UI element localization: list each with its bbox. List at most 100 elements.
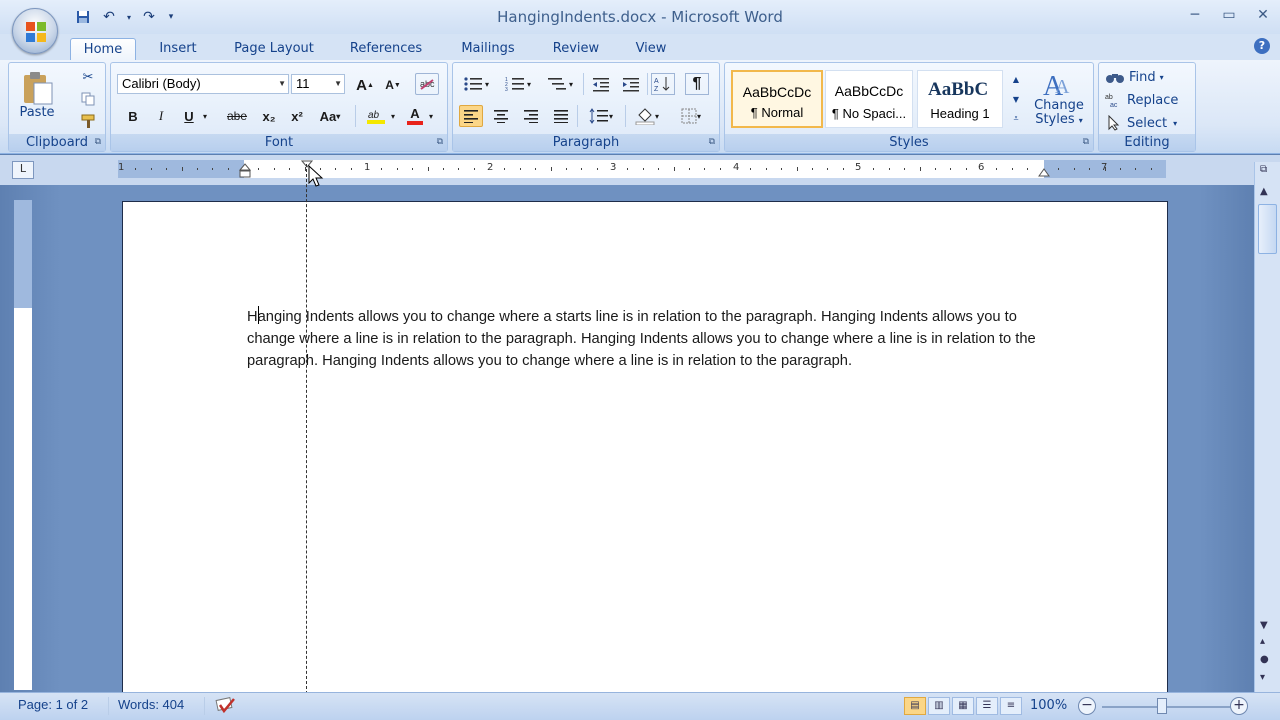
right-indent-marker[interactable] (1038, 166, 1050, 178)
superscript-button[interactable]: x² (285, 105, 309, 127)
select-button[interactable]: Select ▾ (1107, 113, 1177, 133)
change-styles-icon: AA (1043, 71, 1070, 99)
bullet-list-icon (464, 77, 482, 91)
separator (204, 697, 205, 715)
paragraph-launcher-icon[interactable]: ⧉ (709, 137, 715, 147)
grow-font-button[interactable]: A ▲ (353, 74, 377, 96)
replace-button[interactable]: ab ac Replace (1105, 90, 1178, 110)
copy-icon[interactable] (77, 89, 99, 109)
show-formatting-marks-button[interactable]: ¶ (685, 73, 709, 95)
format-painter-icon[interactable] (77, 111, 99, 131)
paste-button[interactable]: Paste (15, 65, 59, 125)
tab-page-layout[interactable]: Page Layout (226, 38, 322, 60)
font-size-combo[interactable]: 11 ▼ (291, 74, 345, 94)
borders-icon (681, 108, 697, 124)
line-spacing-button[interactable]: ▾ (583, 105, 619, 127)
scroll-up-icon[interactable]: ▲ (1260, 186, 1268, 197)
italic-button[interactable]: I (149, 105, 173, 127)
tab-review[interactable]: Review (546, 38, 606, 60)
page-count[interactable]: Page: 1 of 2 (18, 697, 88, 712)
next-page-icon[interactable]: ▾ (1260, 672, 1265, 683)
maximize-button[interactable]: ▭ (1212, 4, 1246, 26)
style-no-spacing[interactable]: AaBbCcDc ¶ No Spaci... (825, 70, 913, 128)
full-screen-reading-icon[interactable]: ▥ (928, 697, 950, 715)
zoom-in-button[interactable]: + (1230, 697, 1248, 715)
subscript-button[interactable]: x₂ (257, 105, 281, 127)
clear-formatting-icon[interactable]: abc (415, 73, 439, 95)
bold-button[interactable]: B (121, 105, 145, 127)
web-layout-icon[interactable]: ▦ (952, 697, 974, 715)
change-case-button[interactable]: Aa ▾ (315, 105, 345, 127)
scroll-thumb[interactable] (1258, 204, 1277, 254)
view-buttons: ▤ ▥ ▦ ☰ ≡ (904, 697, 1022, 715)
vertical-ruler[interactable] (14, 200, 32, 690)
horizontal-ruler[interactable]: 1 1 2 3 4 5 6 7 (118, 160, 1166, 178)
office-button[interactable] (12, 8, 58, 54)
tab-view[interactable]: View (626, 38, 676, 60)
word-count[interactable]: Words: 404 (118, 697, 184, 712)
zoom-slider-thumb[interactable] (1157, 698, 1167, 714)
style-normal[interactable]: AaBbCcDc ¶ Normal (731, 70, 823, 128)
style-heading-1[interactable]: AaBbC Heading 1 (917, 70, 1003, 128)
styles-scroll-up-icon[interactable]: ▲ (1009, 69, 1023, 89)
tab-home[interactable]: Home (70, 38, 136, 60)
close-button[interactable]: ✕ (1246, 4, 1280, 26)
minimize-button[interactable]: ─ (1178, 4, 1212, 26)
sort-icon[interactable]: AZ (651, 73, 675, 95)
styles-scroll-down-icon[interactable]: ▼ (1009, 89, 1023, 109)
svg-text:A: A (654, 78, 659, 85)
tab-mailings[interactable]: Mailings (450, 38, 526, 60)
shrink-font-button[interactable]: A ▼ (381, 74, 405, 96)
document-page[interactable]: Hanging Indents allows you to change whe… (122, 201, 1168, 701)
font-color-dropdown-icon[interactable]: ▾ (425, 105, 437, 127)
underline-dropdown-icon[interactable]: ▾ (199, 105, 211, 127)
find-button[interactable]: Find ▾ (1105, 67, 1164, 87)
replace-icon: abac (1105, 94, 1118, 108)
split-icon[interactable]: ⧉ (1260, 164, 1267, 175)
increase-indent-icon[interactable] (619, 73, 643, 95)
hanging-indent-marker[interactable] (239, 160, 251, 180)
zoom-out-button[interactable]: − (1078, 697, 1096, 715)
align-right-button[interactable] (519, 105, 543, 127)
font-launcher-icon[interactable]: ⧉ (437, 137, 443, 147)
outline-icon[interactable]: ☰ (976, 697, 998, 715)
align-left-button[interactable] (459, 105, 483, 127)
style-preview: AaBbCcDc (742, 84, 812, 100)
proofing-icon[interactable] (214, 697, 236, 715)
vertical-scrollbar[interactable]: ⧉ ▲ ▼ ▴ ● ▾ (1254, 162, 1280, 692)
font-name-combo[interactable]: Calibri (Body) ▼ (117, 74, 289, 94)
help-icon[interactable]: ? (1254, 38, 1270, 54)
binoculars-icon (1106, 74, 1124, 83)
text-caret (258, 306, 259, 324)
underline-button[interactable]: U (177, 105, 201, 127)
align-center-button[interactable] (489, 105, 513, 127)
highlight-dropdown-icon[interactable]: ▾ (387, 105, 399, 127)
draft-icon[interactable]: ≡ (1000, 697, 1022, 715)
bullets-button[interactable]: ▾ (459, 73, 493, 95)
browse-object-icon[interactable]: ● (1260, 654, 1269, 665)
tab-references[interactable]: References (340, 38, 432, 60)
styles-launcher-icon[interactable]: ⧉ (1083, 137, 1089, 147)
previous-page-icon[interactable]: ▴ (1260, 636, 1265, 647)
borders-button[interactable]: ▾ (673, 105, 709, 127)
chevron-down-icon: ▼ (334, 79, 342, 88)
numbering-button[interactable]: 1 2 3 ▾ (501, 73, 535, 95)
tab-selector[interactable]: L (12, 161, 34, 179)
zoom-level[interactable]: 100% (1030, 698, 1067, 713)
font-color-button[interactable]: A (403, 105, 427, 127)
print-layout-icon[interactable]: ▤ (904, 697, 926, 715)
clipboard-launcher-icon[interactable]: ⧉ (95, 137, 101, 147)
strikethrough-button[interactable]: abe (225, 105, 249, 127)
document-paragraph[interactable]: Hanging Indents allows you to change whe… (247, 306, 1047, 373)
scroll-down-icon[interactable]: ▼ (1260, 620, 1268, 631)
decrease-indent-icon[interactable] (589, 73, 613, 95)
mouse-pointer-icon (308, 165, 324, 187)
change-styles-button[interactable]: AA Change Styles ▾ (1029, 65, 1089, 131)
style-preview: AaBbC (928, 79, 992, 100)
multilevel-list-button[interactable]: ▾ (543, 73, 577, 95)
tab-insert[interactable]: Insert (150, 38, 206, 60)
justify-button[interactable] (549, 105, 573, 127)
cut-icon[interactable]: ✂ (77, 67, 99, 87)
styles-more-icon[interactable]: ⩡ (1009, 109, 1023, 129)
shading-button[interactable]: ▾ (629, 105, 665, 127)
